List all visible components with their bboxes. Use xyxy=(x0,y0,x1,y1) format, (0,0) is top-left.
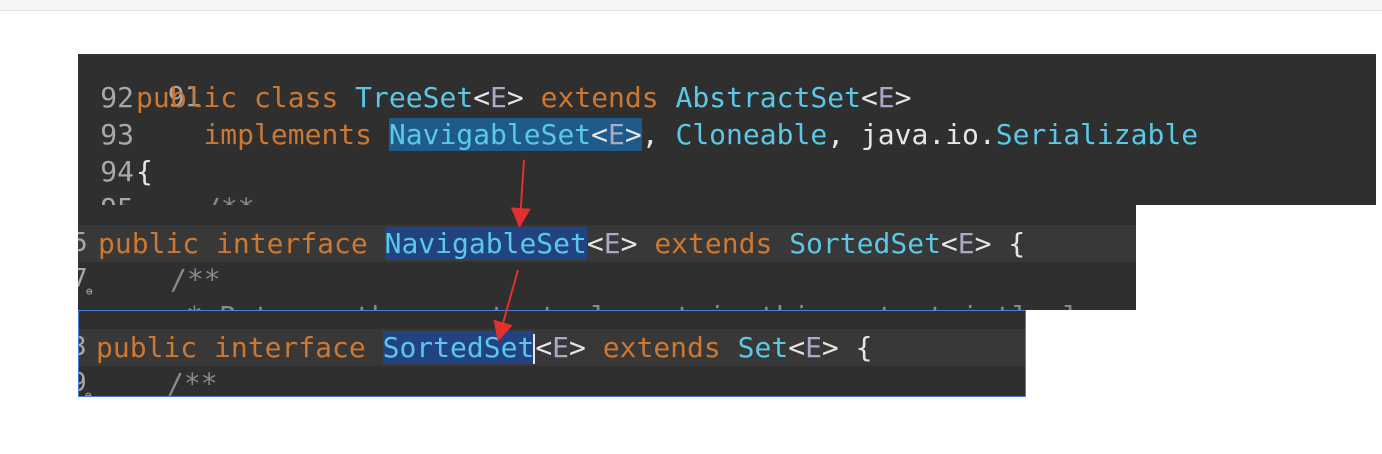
angle-open: < xyxy=(535,331,553,364)
javadoc-comment-cut: * Returns the greatest element in this s… xyxy=(186,300,1079,310)
angle-open: < xyxy=(586,227,604,260)
code-line-comment: 7 ⊖/** xyxy=(78,261,221,298)
angle-open: < xyxy=(940,227,958,260)
code-panel-treeset: 91 92public class TreeSet<E> extends Abs… xyxy=(78,54,1376,205)
open-brace: { xyxy=(136,155,153,188)
keyword-public: public xyxy=(136,81,238,114)
interface-name-cloneable[interactable]: Cloneable xyxy=(675,118,827,151)
keyword-extends: extends xyxy=(654,227,773,260)
interface-name-set[interactable]: Set xyxy=(738,331,789,364)
browser-toolbar-strip xyxy=(0,0,1382,11)
class-name-treeset[interactable]: TreeSet xyxy=(355,81,473,114)
code-line-94: 94{ xyxy=(78,153,153,190)
angle-open: < xyxy=(788,331,806,364)
javadoc-comment: /** xyxy=(167,367,218,397)
javadoc-comment: /** xyxy=(204,192,255,205)
angle-open: < xyxy=(473,81,491,114)
interface-name-sortedset-selected[interactable]: SortedSet xyxy=(382,331,535,364)
type-param: E xyxy=(490,81,507,114)
open-brace: { xyxy=(855,331,873,364)
type-param: E xyxy=(805,331,822,364)
angle-close: > xyxy=(974,227,992,260)
interface-name-serializable[interactable]: Serializable xyxy=(996,118,1198,151)
type-param: E xyxy=(603,227,621,260)
code-line-comment: 9⊖/** xyxy=(79,365,218,397)
line-number: 94 xyxy=(100,155,134,188)
angle-close: > xyxy=(569,331,586,364)
type-param: E xyxy=(957,227,975,260)
type-param: E xyxy=(877,81,895,114)
comma: , xyxy=(827,118,861,151)
code-line-95: 95 /** xyxy=(78,190,255,205)
angle-close: > xyxy=(506,81,524,114)
fold-marker-icon[interactable]: ⊖ xyxy=(85,377,92,396)
type-param: E xyxy=(608,118,625,151)
keyword-extends: extends xyxy=(540,81,659,114)
angle-open: < xyxy=(860,81,878,114)
interface-name-navigableset-selected[interactable]: NavigableSet xyxy=(384,227,587,260)
angle-close: > xyxy=(894,81,912,114)
keyword-public: public xyxy=(98,227,200,260)
javadoc-comment: /** xyxy=(170,263,221,296)
keyword-interface: interface xyxy=(216,227,368,260)
angle-close: > xyxy=(624,118,642,151)
line-number: 95 xyxy=(78,190,136,205)
line-number: 93 xyxy=(100,118,134,151)
code-line-sortedset-decl: 3public interface SortedSet<E> extends S… xyxy=(79,329,873,366)
line-number: 5 xyxy=(78,228,88,258)
package-java-io: java.io. xyxy=(860,118,996,151)
interface-name-sortedset[interactable]: SortedSet xyxy=(789,227,941,260)
code-line-91: 91 xyxy=(78,54,203,113)
type-param: E xyxy=(552,331,570,364)
class-name-abstractset[interactable]: AbstractSet xyxy=(676,81,861,114)
keyword-public: public xyxy=(96,331,198,364)
angle-open: < xyxy=(591,118,609,151)
code-panel-sortedset: 3public interface SortedSet<E> extends S… xyxy=(78,310,1026,397)
keyword-extends: extends xyxy=(602,331,721,364)
angle-close: > xyxy=(821,331,839,364)
code-panel-navigableset: 5 public interface NavigableSet<E> extend… xyxy=(78,205,1136,310)
interface-name-navigableset-highlighted[interactable]: NavigableSet xyxy=(389,118,591,151)
keyword-implements: implements xyxy=(203,118,373,151)
code-line-navigableset-decl: 5 public interface NavigableSet<E> extend… xyxy=(78,225,1025,262)
code-line-cut-comment: * Returns the greatest element in this s… xyxy=(78,298,1079,310)
keyword-class: class xyxy=(254,81,339,114)
line-number: 3 xyxy=(79,329,87,366)
line-number: 92 xyxy=(100,81,134,114)
code-line-93: 93 implements NavigableSet<E>, Cloneable… xyxy=(78,116,1198,153)
open-brace: { xyxy=(1008,227,1026,260)
angle-close: > xyxy=(620,227,638,260)
keyword-interface: interface xyxy=(214,331,366,364)
code-line-92: 92public class TreeSet<E> extends Abstra… xyxy=(78,79,912,116)
comma: , xyxy=(641,118,676,151)
